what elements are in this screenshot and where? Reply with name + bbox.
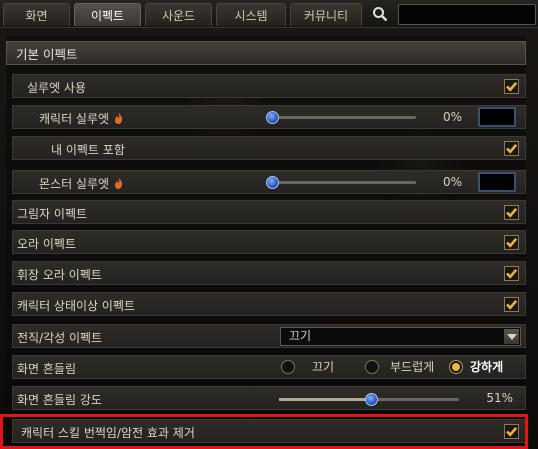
row-shake-strength: 화면 흔들림 강도 51% xyxy=(12,386,526,410)
character-silhouette-color[interactable] xyxy=(478,107,516,127)
checkmark-icon xyxy=(506,81,518,92)
row-aura-effect: 오라 이펙트 xyxy=(12,230,526,254)
radio-shake-strong[interactable]: 강하게 xyxy=(449,358,503,375)
row-label: 오라 이펙트 xyxy=(17,237,77,251)
row-label: 캐릭터 실루엣 xyxy=(39,110,123,127)
radio-label: 강하게 xyxy=(470,360,504,374)
slider-thumb[interactable] xyxy=(266,176,279,189)
radio-label: 끄기 xyxy=(312,360,335,374)
tab-bar: 화면 이펙트 사운드 시스템 커뮤니티 xyxy=(0,0,538,28)
row-label: 몬스터 실루엣 xyxy=(39,175,123,192)
row-class-awaken-effect: 전직/각성 이펙트 끄기 xyxy=(12,324,526,348)
checkmark-icon xyxy=(506,268,518,279)
search-icon[interactable] xyxy=(372,6,388,22)
tab-community[interactable]: 커뮤니티 xyxy=(290,3,362,26)
radio-shake-off[interactable]: 끄기 xyxy=(281,358,334,375)
row-shadow-effect: 그림자 이펙트 xyxy=(12,200,526,224)
row-silhouette: 실루엣 사용 xyxy=(12,74,526,98)
row-label: 그림자 이펙트 xyxy=(17,207,88,221)
row-monster-silhouette: 몬스터 실루엣 0% xyxy=(12,170,526,194)
skill-flash-checkbox[interactable] xyxy=(504,424,519,439)
row-label-text: 캐릭터 실루엣 xyxy=(39,112,110,126)
checkmark-icon xyxy=(506,237,518,248)
slider-fill xyxy=(279,398,371,401)
tab-sound[interactable]: 사운드 xyxy=(145,3,212,26)
checkmark-icon xyxy=(506,207,518,218)
row-my-effect: 내 이펙트 포함 xyxy=(12,136,526,160)
slider-thumb[interactable] xyxy=(364,393,378,406)
radio-button[interactable] xyxy=(365,359,379,374)
checkmark-icon xyxy=(506,143,518,154)
row-label-text: 몬스터 실루엣 xyxy=(39,177,110,191)
radio-button-selected[interactable] xyxy=(449,359,463,374)
radio-label: 부드럽게 xyxy=(390,360,435,374)
section-title: 기본 이펙트 xyxy=(16,46,78,62)
row-status-effect: 캐릭터 상태이상 이펙트 xyxy=(12,292,526,316)
fire-icon xyxy=(114,177,122,189)
radio-button[interactable] xyxy=(281,359,295,374)
value-text: 0% xyxy=(442,175,462,189)
row-label: 전직/각성 이펙트 xyxy=(17,331,103,345)
checkmark-icon xyxy=(506,299,518,310)
row-label: 캐릭터 스킬 번쩍임/암전 효과 제거 xyxy=(21,426,195,440)
monster-silhouette-color[interactable] xyxy=(478,172,516,192)
my-effect-checkbox[interactable] xyxy=(504,141,519,156)
radio-shake-soft[interactable]: 부드럽게 xyxy=(365,358,434,375)
row-character-silhouette: 캐릭터 실루엣 0% xyxy=(12,105,526,129)
row-label: 휘장 오라 이펙트 xyxy=(17,268,102,282)
select-value: 끄기 xyxy=(289,329,312,343)
search-input[interactable] xyxy=(398,4,536,25)
fire-icon xyxy=(114,112,122,124)
value-text: 0% xyxy=(442,110,462,124)
row-banner-aura-effect: 휘장 오라 이펙트 xyxy=(12,261,526,285)
section-header: 기본 이펙트 xyxy=(6,41,526,65)
radio-dot xyxy=(452,362,460,371)
row-screen-shake: 화면 흔들림 끄기 부드럽게 강하게 xyxy=(12,355,526,379)
class-awaken-select[interactable]: 끄기 xyxy=(280,327,521,346)
effects-panel: 기본 이펙트 실루엣 사용 캐릭터 실루엣 0% 내 이펙트 포함 몬스터 실루… xyxy=(6,36,526,449)
aura-effect-checkbox[interactable] xyxy=(504,235,519,250)
checkmark-icon xyxy=(506,426,518,437)
status-effect-checkbox[interactable] xyxy=(504,297,519,312)
silhouette-checkbox[interactable] xyxy=(504,79,519,94)
value-text: 51% xyxy=(486,391,513,405)
shadow-effect-checkbox[interactable] xyxy=(504,205,519,220)
shake-strength-slider[interactable] xyxy=(279,393,459,406)
row-label: 캐릭터 상태이상 이펙트 xyxy=(17,299,136,313)
monster-silhouette-slider[interactable] xyxy=(266,176,416,189)
row-label: 화면 흔들림 xyxy=(17,362,77,376)
character-silhouette-slider[interactable] xyxy=(266,111,416,124)
row-label: 실루엣 사용 xyxy=(27,81,87,95)
tab-effect[interactable]: 이펙트 xyxy=(74,3,141,26)
row-label: 화면 흔들림 강도 xyxy=(17,393,102,407)
row-skill-flash-remove: 캐릭터 스킬 번쩍임/암전 효과 제거 xyxy=(12,419,526,443)
banner-aura-checkbox[interactable] xyxy=(504,266,519,281)
chevron-down-icon[interactable] xyxy=(504,329,519,344)
tab-system[interactable]: 시스템 xyxy=(216,3,286,26)
tab-screen[interactable]: 화면 xyxy=(3,3,70,26)
row-label: 내 이펙트 포함 xyxy=(51,143,125,157)
slider-thumb[interactable] xyxy=(266,111,279,124)
